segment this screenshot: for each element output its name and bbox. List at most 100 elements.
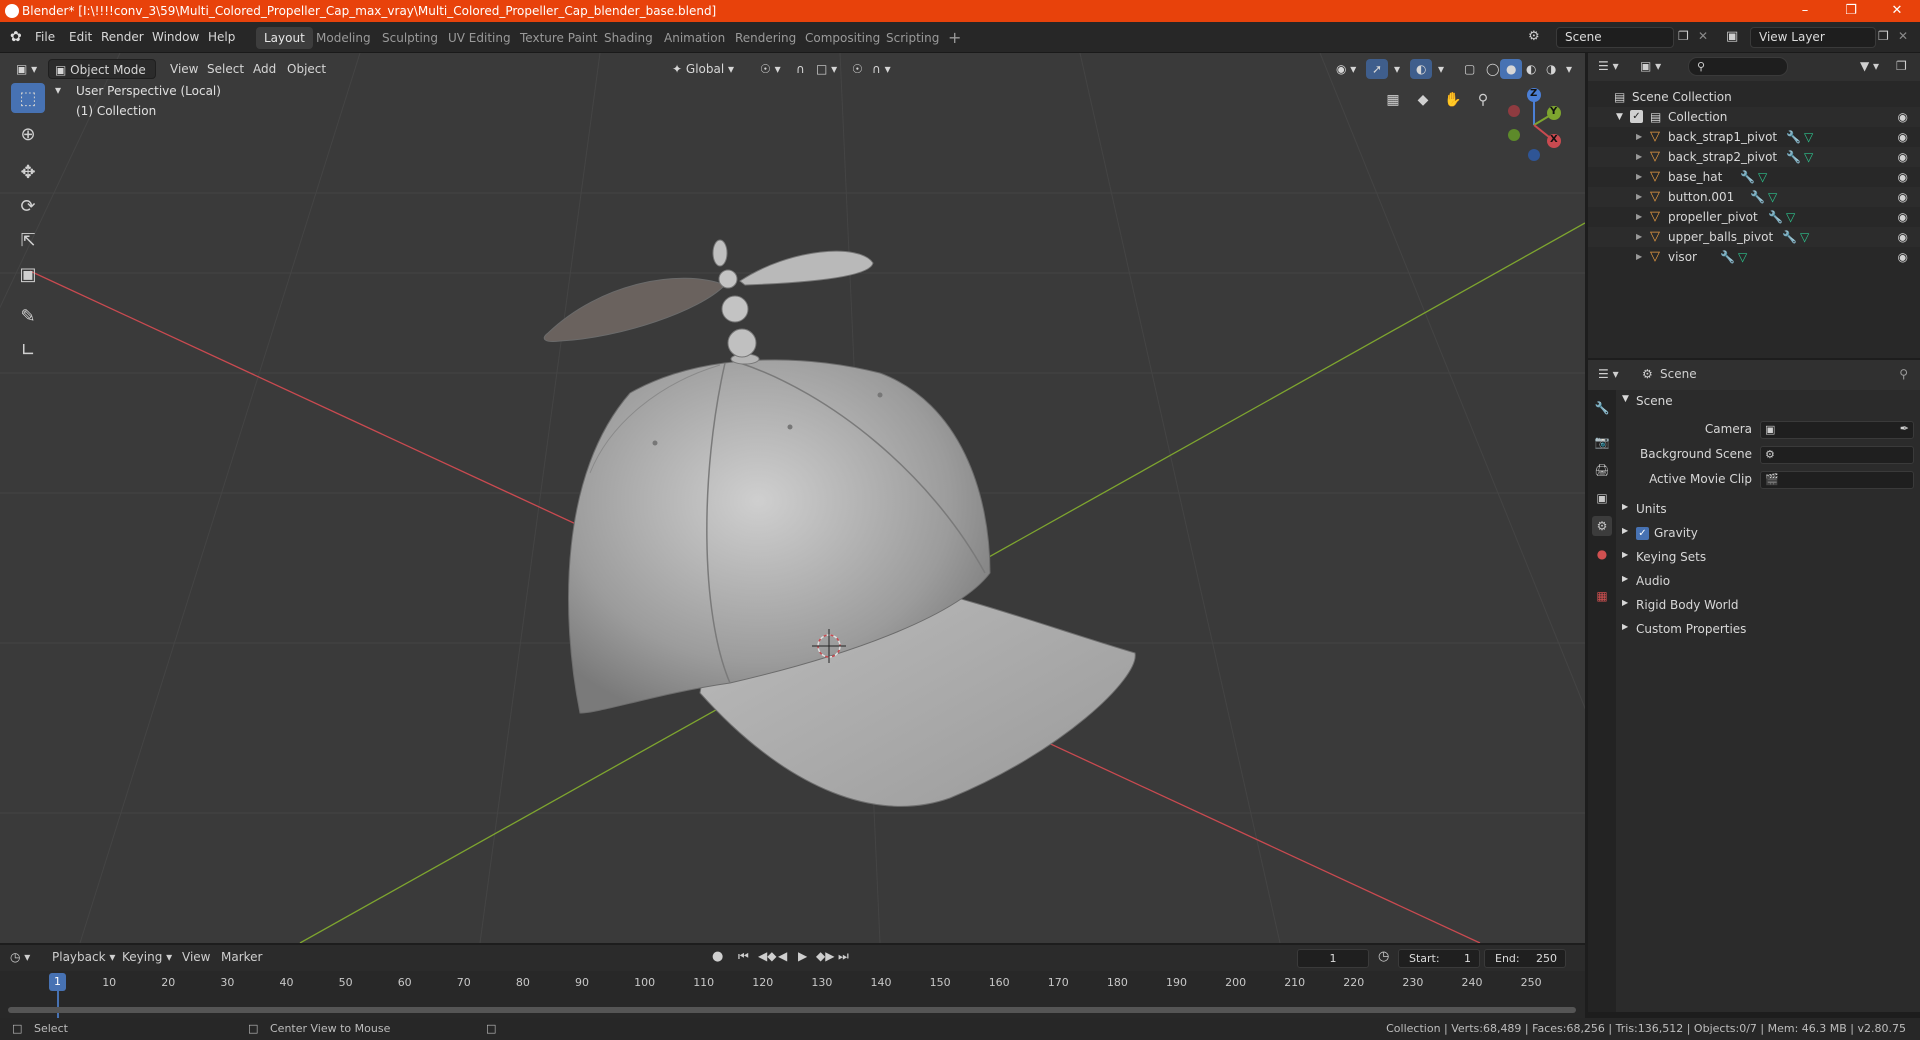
delete-view-layer-icon[interactable]: ✕ (1898, 29, 1908, 43)
propeller-cap-model[interactable] (543, 239, 1136, 807)
timeline-menu-marker[interactable]: Marker (221, 950, 262, 964)
menu-window[interactable]: Window (147, 28, 204, 46)
navigation-gizmo[interactable]: Z Y X (1496, 83, 1576, 163)
overlays-toggle-icon[interactable]: ◐ (1410, 59, 1433, 79)
visibility-eye-icon[interactable]: ◉ (1898, 210, 1908, 224)
tab-uv-editing[interactable]: UV Editing (440, 27, 519, 49)
viewport-menu-add[interactable]: Add (247, 59, 282, 79)
add-workspace-icon[interactable]: + (940, 27, 969, 49)
outliner-object-row[interactable]: ▶ ▽ back_strap2_pivot 🔧 ▽ ◉ (1588, 147, 1920, 167)
pivot-point-icon[interactable]: ☉ ▾ (754, 59, 787, 79)
transform-tool-icon[interactable]: ▣ (11, 259, 45, 289)
mesh-data-icon[interactable]: ▽ (1758, 170, 1767, 184)
new-view-layer-icon[interactable]: ❐ (1878, 29, 1889, 43)
visibility-eye-icon[interactable]: ◉ (1898, 170, 1908, 184)
play-icon[interactable]: ▶ (798, 949, 807, 963)
outliner-object-row[interactable]: ▶ ▽ upper_balls_pivot 🔧 ▽ ◉ (1588, 227, 1920, 247)
mesh-data-icon[interactable]: ▽ (1800, 230, 1809, 244)
outliner-editor-type-icon[interactable]: ☰ ▾ (1598, 59, 1619, 73)
transform-orientation-dropdown[interactable]: ✦ Global ▾ (666, 59, 740, 79)
select-box-tool-icon[interactable]: ⬚ (11, 83, 45, 113)
expand-arrow-icon[interactable]: ▶ (1636, 147, 1642, 167)
current-frame-field[interactable]: 1 (1297, 949, 1369, 968)
new-scene-icon[interactable]: ❐ (1678, 29, 1689, 43)
timeline-editor-type-icon[interactable]: ◷ ▾ (10, 950, 30, 964)
visibility-eye-icon[interactable]: ◉ (1898, 130, 1908, 144)
tab-rendering[interactable]: Rendering (727, 27, 804, 49)
cursor-tool-icon[interactable]: ⊕ (11, 119, 45, 149)
view-layer-field[interactable]: View Layer (1750, 27, 1876, 48)
visibility-eye-icon[interactable]: ◉ (1898, 250, 1908, 264)
blender-menu-icon[interactable]: ✿ (10, 29, 22, 45)
preview-range-clock-icon[interactable]: ◷ (1378, 949, 1389, 964)
gravity-checkbox[interactable]: ✓ (1636, 527, 1649, 540)
modifier-wrench-icon[interactable]: 🔧 (1786, 150, 1801, 164)
scene-selector-icon[interactable]: ⚙ (1528, 29, 1540, 44)
modifier-wrench-icon[interactable]: 🔧 (1786, 130, 1801, 144)
menu-file[interactable]: File (30, 28, 60, 46)
timeline-scrollbar[interactable] (8, 1007, 1576, 1013)
tab-texture-paint[interactable]: Texture Paint (512, 27, 605, 49)
outliner-scene-collection-row[interactable]: ▤ Scene Collection (1588, 87, 1920, 107)
tab-sculpting[interactable]: Sculpting (374, 27, 446, 49)
viewport-menu-select[interactable]: Select (201, 59, 250, 79)
snap-target-icon[interactable]: □ ▾ (810, 59, 843, 79)
outliner-object-row[interactable]: ▶ ▽ base_hat 🔧 ▽ ◉ (1588, 167, 1920, 187)
play-reverse-icon[interactable]: ◀ (778, 949, 787, 963)
outliner-object-row[interactable]: ▶ ▽ back_strap1_pivot 🔧 ▽ ◉ (1588, 127, 1920, 147)
new-collection-icon[interactable]: ❐ (1896, 59, 1907, 73)
pin-icon[interactable]: ⚲ (1899, 367, 1908, 381)
tab-layout[interactable]: Layout (256, 27, 313, 49)
mesh-data-icon[interactable]: ▽ (1804, 130, 1813, 144)
view-layer-tab-icon[interactable]: ▣ (1592, 488, 1612, 508)
minimize-icon[interactable]: – (1782, 0, 1828, 22)
delete-scene-icon[interactable]: ✕ (1698, 29, 1708, 43)
camera-field[interactable]: ▣ ✒ (1760, 421, 1914, 439)
expand-arrow-icon[interactable]: ▶ (1636, 187, 1642, 207)
mode-dropdown[interactable]: ▣ Object Mode ▾ (48, 59, 156, 97)
viewport-menu-object[interactable]: Object (281, 59, 332, 79)
world-tab-icon[interactable]: ● (1592, 544, 1612, 564)
gravity-panel-header[interactable]: ▶ ✓ Gravity (1618, 526, 1916, 546)
properties-editor-type-icon[interactable]: ☰ ▾ (1598, 367, 1619, 381)
active-movie-clip-field[interactable]: 🎬 (1760, 471, 1914, 489)
tab-modeling[interactable]: Modeling (308, 27, 379, 49)
mesh-data-icon[interactable]: ▽ (1786, 210, 1795, 224)
modifier-wrench-icon[interactable]: 🔧 (1782, 230, 1797, 244)
visibility-eye-icon[interactable]: ◉ (1898, 190, 1908, 204)
visibility-eye-icon[interactable]: ◉ (1898, 230, 1908, 244)
modifier-wrench-icon[interactable]: 🔧 (1750, 190, 1765, 204)
tab-shading[interactable]: Shading (596, 27, 661, 49)
scale-tool-icon[interactable]: ⇱ (11, 225, 45, 255)
overlays-dropdown-icon[interactable]: ▾ (1432, 59, 1450, 79)
start-frame-field[interactable]: Start: 1 (1398, 949, 1480, 968)
close-icon[interactable]: ✕ (1874, 0, 1920, 22)
expand-arrow-icon[interactable]: ▶ (1636, 207, 1642, 227)
tab-animation[interactable]: Animation (656, 27, 733, 49)
timeline-ruler[interactable]: 1 10 20 30 40 50 60 70 80 90 100 110 120 130 140 150 160… (0, 971, 1585, 995)
toggle-camera-view-grid-icon[interactable]: ▦ (1380, 87, 1406, 113)
rotate-tool-icon[interactable]: ⟳ (11, 191, 45, 221)
gizmo-toggle-icon[interactable]: ➚ (1366, 59, 1389, 79)
collapse-arrow-icon[interactable]: ▼ (1616, 107, 1623, 127)
tab-compositing[interactable]: Compositing (797, 27, 888, 49)
output-tab-icon[interactable]: 🖨 (1592, 460, 1612, 480)
units-panel-header[interactable]: ▶ Units (1618, 502, 1916, 522)
modifier-wrench-icon[interactable]: 🔧 (1740, 170, 1755, 184)
scene-tab-icon[interactable]: ⚙ (1592, 516, 1612, 536)
menu-help[interactable]: Help (203, 28, 240, 46)
zoom-view-icon[interactable]: ⚲ (1470, 87, 1496, 113)
display-mode-icon[interactable]: ▣ ▾ (1640, 59, 1661, 73)
camera-view-icon[interactable]: ◆ (1410, 87, 1436, 113)
outliner-object-row[interactable]: ▶ ▽ visor 🔧 ▽ ◉ (1588, 247, 1920, 267)
restore-icon[interactable]: ❐ (1828, 0, 1874, 22)
annotate-tool-icon[interactable]: ✎ (11, 301, 45, 331)
timeline-editor[interactable]: ◷ ▾ Playback ▾ Keying ▾ View Marker ● ⏮ … (0, 945, 1585, 1028)
scene-panel-header[interactable]: ▼ Scene (1618, 394, 1916, 414)
jump-start-icon[interactable]: ⏮ (738, 949, 749, 964)
expand-arrow-icon[interactable]: ▶ (1636, 127, 1642, 147)
shading-dropdown-icon[interactable]: ▾ (1560, 59, 1578, 79)
background-scene-field[interactable]: ⚙ (1760, 446, 1914, 464)
modifier-wrench-icon[interactable]: 🔧 (1768, 210, 1783, 224)
pan-view-hand-icon[interactable]: ✋ (1440, 87, 1466, 113)
